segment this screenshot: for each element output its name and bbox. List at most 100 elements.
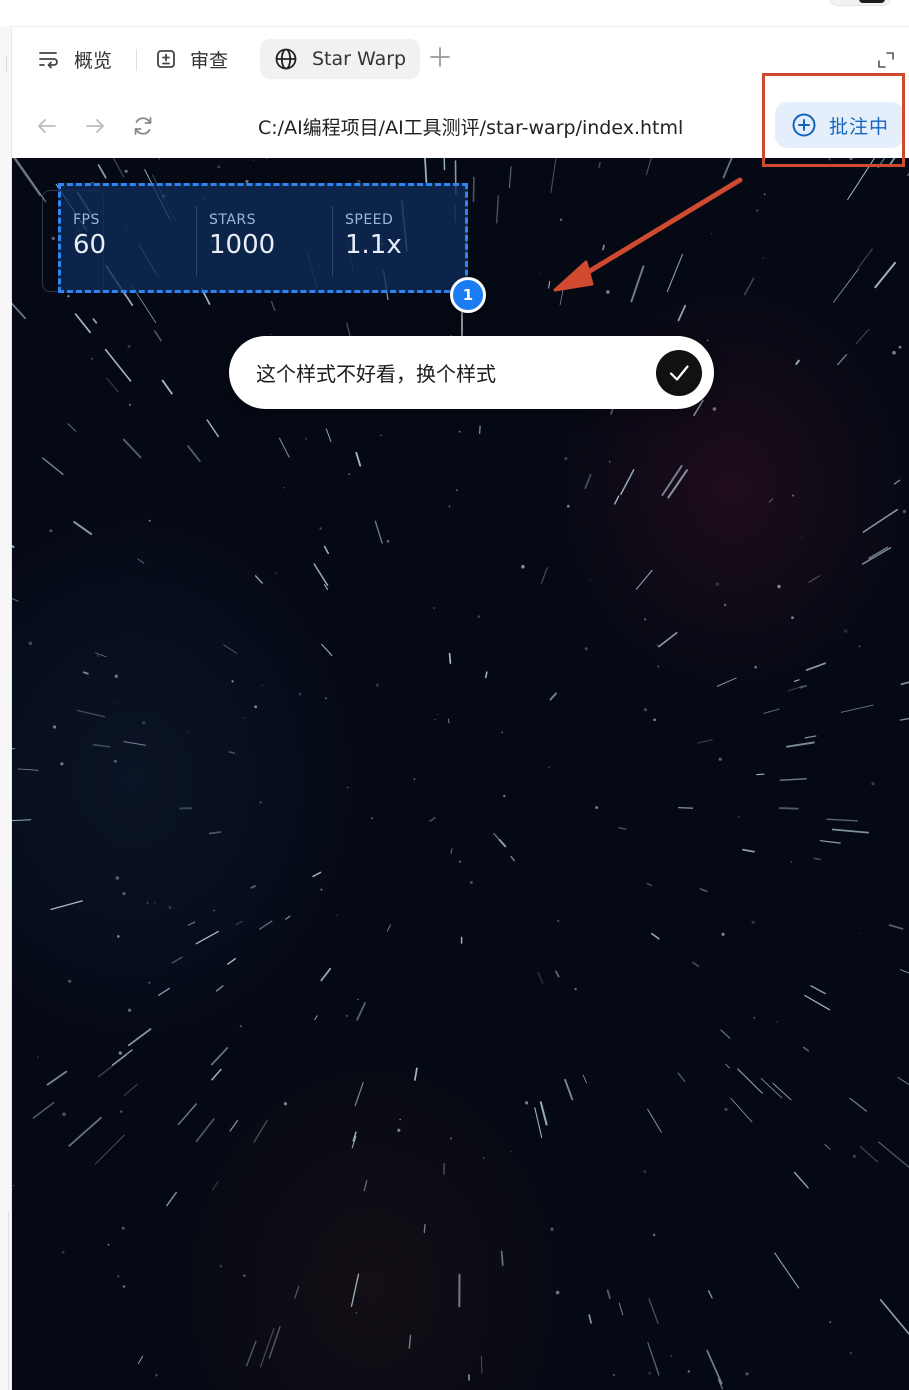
star-dot [564, 456, 568, 461]
star-streak [12, 598, 19, 602]
star-dot [606, 290, 610, 294]
star-dot [122, 892, 126, 896]
star-streak [195, 1118, 215, 1143]
star-streak [677, 304, 687, 322]
star-streak [321, 643, 333, 656]
star-streak [534, 1107, 543, 1138]
tab-overview[interactable]: 概览 [38, 39, 112, 79]
star-streak [212, 1180, 219, 1191]
star-dot [28, 641, 33, 645]
annotation-comment-text[interactable]: 这个样式不好看，换个样式 [256, 358, 496, 387]
star-streak [849, 1097, 868, 1112]
star-streak [539, 1101, 548, 1126]
star-dot [844, 629, 848, 633]
star-streak [254, 575, 264, 584]
star-streak [92, 743, 111, 748]
star-streak [227, 958, 237, 965]
star-streak [46, 1070, 68, 1086]
url-display[interactable]: C:/AI编程项目/AI工具测评/star-warp/index.html [258, 113, 683, 140]
tab-overview-label: 概览 [74, 49, 113, 72]
star-streak [874, 261, 896, 289]
star-dot [745, 1372, 749, 1376]
star-dot [756, 209, 759, 212]
star-dot [521, 564, 525, 569]
star-dot [61, 1250, 65, 1254]
star-streak [423, 1223, 426, 1234]
star-streak [510, 855, 516, 862]
star-streak [17, 768, 39, 771]
star-streak [548, 280, 551, 289]
star-streak [12, 302, 26, 320]
star-dot [653, 718, 656, 722]
annotate-button[interactable]: 批注中 [775, 102, 904, 148]
star-streak [250, 885, 256, 889]
star-dot [49, 529, 53, 533]
star-dot [434, 719, 436, 721]
star-dot [231, 680, 234, 683]
star-streak [122, 438, 142, 459]
star-dot [432, 607, 435, 610]
star-dot [712, 407, 717, 411]
star-dot [449, 1137, 452, 1140]
star-dot [399, 1118, 402, 1121]
star-streak [166, 1191, 178, 1207]
star-streak [408, 1334, 412, 1349]
star-streak [137, 1355, 144, 1364]
page-viewport[interactable]: FPS 60 STARS 1000 SPEED 1.1x 1 这个样式不好看，换… [12, 158, 909, 1390]
star-streak [424, 158, 428, 184]
confirm-button[interactable] [656, 350, 702, 396]
star-dot [643, 1170, 647, 1174]
star-streak [137, 558, 145, 564]
star-streak [877, 1141, 909, 1168]
star-streak [158, 987, 170, 997]
annotation-comment-bubble[interactable]: 这个样式不好看，换个样式 [229, 336, 714, 409]
stat-fps: FPS 60 [73, 212, 106, 260]
tab-review[interactable]: 审查 [156, 39, 228, 79]
star-streak [97, 164, 107, 179]
star-dot [724, 1107, 728, 1111]
star-streak [153, 330, 162, 342]
star-dot [274, 572, 277, 575]
star-dot [119, 1110, 123, 1113]
checkmark-icon [667, 361, 691, 385]
star-dot [503, 794, 506, 798]
star-dot [219, 1264, 223, 1268]
plus-icon[interactable] [428, 45, 452, 69]
star-dot [859, 932, 861, 934]
tab-star-warp[interactable]: Star Warp [260, 39, 421, 79]
star-streak [294, 1285, 300, 1299]
star-streak [606, 1289, 611, 1300]
star-streak [447, 718, 450, 724]
star-dot [871, 782, 875, 786]
star-dot [670, 1355, 673, 1358]
star-streak [888, 924, 904, 930]
forward-arrow-icon[interactable] [82, 113, 108, 139]
star-streak [484, 671, 488, 679]
star-dot [148, 981, 151, 984]
expand-icon[interactable] [877, 51, 895, 69]
tab-divider [136, 49, 137, 71]
star-streak [223, 644, 238, 654]
star-streak [716, 677, 737, 687]
star-streak [722, 158, 733, 179]
reload-icon[interactable] [130, 113, 156, 139]
star-streak [195, 930, 219, 945]
star-streak [493, 832, 500, 840]
star-dot [751, 920, 755, 924]
top-strip [0, 0, 909, 27]
star-streak [350, 1273, 360, 1307]
back-arrow-icon[interactable] [34, 113, 60, 139]
star-dot [548, 766, 550, 768]
star-streak [314, 1015, 318, 1021]
star-dot [252, 159, 255, 161]
star-dot [68, 979, 72, 983]
star-dot [146, 901, 149, 905]
star-streak [211, 1068, 222, 1081]
star-dot [710, 233, 713, 235]
star-streak [259, 920, 273, 930]
star-dot [790, 861, 793, 863]
star-streak [106, 377, 119, 393]
star-dot [559, 218, 563, 221]
annotation-badge[interactable]: 1 [450, 277, 486, 313]
stats-panel[interactable]: FPS 60 STARS 1000 SPEED 1.1x [58, 183, 468, 293]
